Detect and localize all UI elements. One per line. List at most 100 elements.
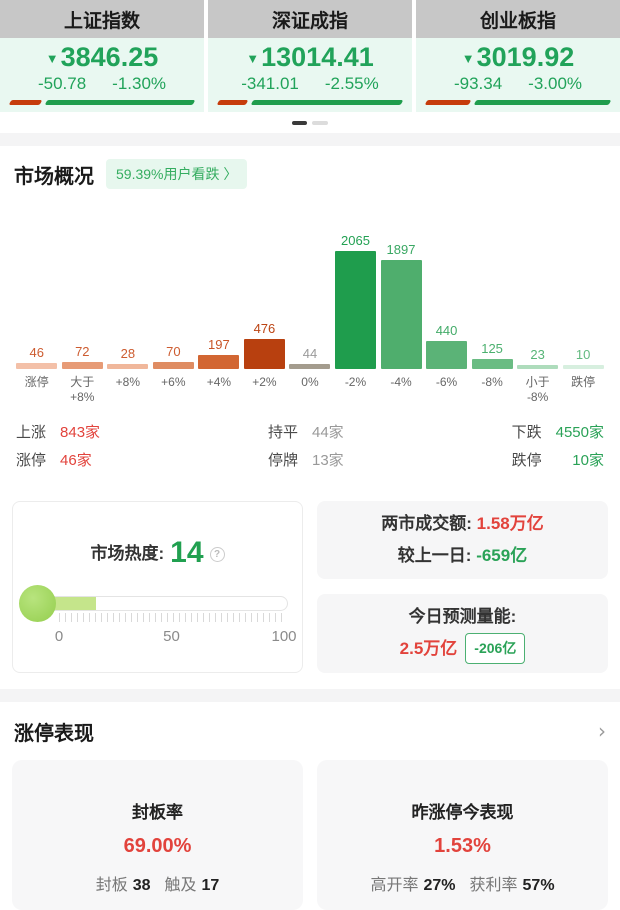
heat-turnover-row: 市场热度:14? 0 50 100 两市成交额: 1.58万亿 较上一日: -6… — [0, 501, 620, 673]
distribution-categories: 涨停大于 +8%+8%+6%+4%+2%0%-2%-4%-6%-8%小于 -8%… — [14, 375, 606, 411]
bar-column: 72 — [60, 344, 106, 369]
turnover-line1: 两市成交额: 1.58万亿 — [381, 508, 544, 540]
bar-value-label: 44 — [303, 346, 317, 361]
limit-up-card[interactable]: 封板率 69.00% 封板38触及17 — [12, 760, 303, 910]
bar — [244, 339, 285, 369]
index-name: 上证指数 — [0, 0, 204, 38]
heat-slider-track — [35, 596, 288, 611]
index-card[interactable]: 上证指数 ▼3846.25 -50.78-1.30% — [0, 0, 204, 112]
bar-value-label: 476 — [254, 321, 276, 336]
market-heat-label: 市场热度: — [90, 544, 164, 563]
bar-category-label: 涨停 — [14, 375, 60, 411]
advance-decline-bar — [426, 100, 610, 105]
vs-prev-day-label: 较上一日: — [398, 546, 472, 565]
bar — [289, 364, 330, 369]
stat-value: 27% — [423, 877, 455, 894]
bar-value-label: 197 — [208, 337, 230, 352]
bar-category-label: -2% — [333, 375, 379, 411]
limit-up-header: 涨停表现 › — [0, 702, 620, 756]
pager-dot-inactive[interactable] — [312, 121, 328, 125]
bar-column: 70 — [151, 344, 197, 369]
summary-value: 13家 — [312, 447, 344, 475]
bar-category-label: +6% — [151, 375, 197, 411]
bar-value-label: 10 — [576, 347, 590, 362]
bar-column: 440 — [424, 323, 470, 369]
summary-label: 持平 — [268, 419, 298, 447]
bar-value-label: 72 — [75, 344, 89, 359]
stat-label: 触及 — [165, 877, 197, 894]
forecast-delta-badge: -206亿 — [465, 633, 525, 664]
chevron-right-icon[interactable]: › — [598, 719, 606, 743]
bar-value-label: 28 — [121, 346, 135, 361]
market-heat-title: 市场热度:14? — [13, 536, 302, 570]
bar-column: 44 — [287, 346, 333, 369]
scale-mid: 50 — [163, 628, 180, 645]
forecast-value: 2.5万亿 — [400, 639, 458, 658]
index-change-percent: -1.30% — [112, 74, 166, 94]
summary-label: 上涨 — [16, 419, 46, 447]
summary-value: 44家 — [312, 419, 344, 447]
index-change: -93.34 — [454, 74, 502, 94]
stat-label: 封板 — [96, 877, 128, 894]
section-divider — [0, 689, 620, 702]
summary-column: 持平 44家停牌 13家 — [268, 419, 344, 475]
summary-label: 停牌 — [268, 447, 298, 475]
bar — [426, 341, 467, 369]
bar-value-label: 46 — [30, 345, 44, 360]
forecast-label: 今日预测量能: — [409, 601, 517, 633]
index-price: ▼13014.41 — [218, 42, 402, 73]
bar-value-label: 440 — [436, 323, 458, 338]
down-triangle-icon: ▼ — [46, 51, 59, 66]
summary-label: 下跌 — [512, 419, 542, 447]
bar — [153, 362, 194, 369]
pager-dot-active[interactable] — [292, 121, 307, 125]
turnover-line2: 较上一日: -659亿 — [398, 540, 527, 572]
bar — [472, 359, 513, 369]
bar-category-label: 跌停 — [560, 375, 606, 411]
bar — [16, 363, 57, 369]
down-triangle-icon: ▼ — [462, 51, 475, 66]
limit-up-card[interactable]: 昨涨停今表现 1.53% 高开率27%获利率57% — [317, 760, 608, 910]
index-change-percent: -3.00% — [528, 74, 582, 94]
index-card[interactable]: 创业板指 ▼3019.92 -93.34-3.00% — [416, 0, 620, 112]
bar-category-label: 0% — [287, 375, 333, 411]
bar-column: 28 — [105, 346, 151, 369]
summary-column: 上涨843家涨停46家 — [16, 419, 100, 475]
bar-category-label: -4% — [378, 375, 424, 411]
limit-up-card-value: 69.00% — [12, 835, 303, 858]
index-price: ▼3846.25 — [10, 42, 194, 73]
bar-category-label: +8% — [105, 375, 151, 411]
sentiment-pill[interactable]: 59.39%用户看跌 〉 — [106, 159, 247, 189]
distribution-bar-chart: 4672287019747644206518974401252310 — [14, 201, 606, 369]
turnover-label: 两市成交额: — [381, 514, 472, 533]
vs-prev-day-value: -659亿 — [476, 546, 527, 565]
advance-decline-bar — [218, 100, 402, 105]
heat-slider: 0 50 100 — [13, 588, 302, 648]
index-name: 深证成指 — [208, 0, 412, 38]
turnover-value: 1.58万亿 — [477, 514, 544, 533]
bar-category-label: +4% — [196, 375, 242, 411]
heat-slider-knob[interactable] — [19, 585, 56, 622]
index-card[interactable]: 深证成指 ▼13014.41 -341.01 -2.55% — [208, 0, 412, 112]
bar-column: 46 — [14, 345, 60, 369]
summary-value: 46家 — [60, 447, 100, 475]
bar-value-label: 23 — [530, 347, 544, 362]
stat-value: 17 — [202, 877, 220, 894]
bar-column: 197 — [196, 337, 242, 369]
market-heat-card: 市场热度:14? 0 50 100 — [12, 501, 303, 673]
help-icon[interactable]: ? — [210, 547, 225, 562]
bar-category-label: -8% — [469, 375, 515, 411]
bar-column: 1897 — [378, 242, 424, 369]
carousel-pager — [0, 112, 620, 133]
index-cards-row: 上证指数 ▼3846.25 -50.78-1.30% 深证成指 ▼13014.4… — [0, 0, 620, 112]
bar-column: 2065 — [333, 233, 379, 369]
index-change-row: -50.78-1.30% — [10, 74, 194, 94]
limit-up-card-title: 昨涨停今表现 — [317, 798, 608, 823]
limit-up-card-title: 封板率 — [12, 798, 303, 823]
scale-max: 100 — [271, 628, 296, 645]
summary-value: 10家 — [556, 447, 604, 475]
index-change-percent: -2.55% — [325, 74, 379, 94]
index-change: -341.01 — [241, 74, 299, 94]
heat-slider-ruler — [59, 613, 284, 622]
limit-up-title: 涨停表现 — [14, 717, 94, 746]
